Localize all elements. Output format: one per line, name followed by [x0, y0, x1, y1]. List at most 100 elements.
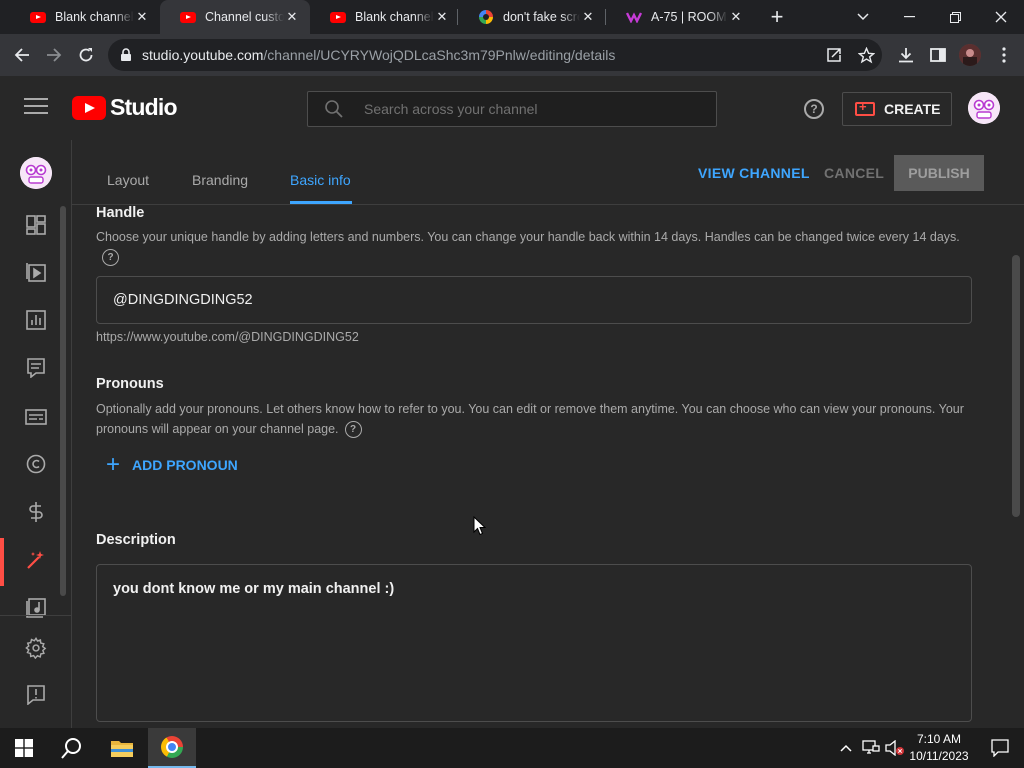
youtube-favicon-icon: [30, 9, 46, 25]
reload-icon[interactable]: [70, 39, 102, 71]
studio-logo[interactable]: Studio: [72, 94, 178, 121]
system-tray-chevron-icon[interactable]: [836, 728, 856, 768]
pronouns-help-icon[interactable]: ?: [344, 421, 362, 439]
nav-divider: [0, 615, 71, 616]
earn-dollar-icon[interactable]: [24, 500, 48, 524]
hamburger-menu-icon[interactable]: [24, 98, 48, 118]
help-icon[interactable]: ?: [804, 99, 824, 119]
search-input[interactable]: Search across your channel: [307, 91, 717, 127]
browser-toolbar: studio.youtube.com/channel/UCYRYWojQDLca…: [0, 34, 1024, 76]
browser-tab-strip: Blank channel - YouTube ✕ Channel custom…: [0, 0, 1024, 34]
tab-search-chevron-icon[interactable]: [840, 0, 886, 34]
clock-date: 10/11/2023: [909, 749, 969, 763]
system-clock[interactable]: 7:10 AM 10/11/2023: [906, 731, 972, 765]
active-nav-indicator: [0, 538, 4, 586]
browser-tab-active[interactable]: Channel customization - YouTube Studio ✕: [160, 0, 310, 34]
tab-basic-info[interactable]: Basic info: [290, 172, 351, 188]
pronouns-heading: Pronouns: [96, 376, 164, 392]
search-icon: [324, 99, 344, 119]
active-tab-underline: [290, 201, 352, 204]
forward-arrow-icon[interactable]: [38, 39, 70, 71]
volume-muted-icon[interactable]: [884, 728, 906, 768]
nav-scrollbar[interactable]: [60, 206, 66, 596]
dashboard-icon[interactable]: [24, 213, 48, 237]
share-icon[interactable]: [818, 39, 850, 71]
handle-description: Choose your unique handle by adding lett…: [96, 227, 976, 267]
close-window-icon[interactable]: [978, 0, 1024, 34]
rooms-favicon-icon: [626, 9, 642, 25]
network-icon[interactable]: [860, 728, 882, 768]
taskbar-chrome-icon[interactable]: [148, 728, 196, 768]
account-avatar[interactable]: [968, 92, 1000, 124]
back-arrow-icon[interactable]: [6, 39, 38, 71]
handle-heading: Handle: [96, 205, 145, 221]
youtube-logo-icon: [72, 95, 106, 120]
search-placeholder: Search across your channel: [364, 101, 538, 117]
side-navigation: [0, 140, 72, 728]
publish-button[interactable]: PUBLISH: [894, 155, 984, 191]
create-video-icon: [855, 99, 875, 116]
close-tab-icon[interactable]: ✕: [134, 9, 150, 25]
copyright-icon[interactable]: [24, 452, 48, 476]
create-button[interactable]: CREATE: [842, 92, 952, 126]
audio-library-icon[interactable]: [24, 596, 48, 620]
tab-layout[interactable]: Layout: [107, 172, 149, 188]
description-textarea[interactable]: you dont know me or my main channel :): [96, 564, 972, 722]
tab-title: Channel customization - YouTube Studio: [205, 10, 284, 24]
download-icon[interactable]: [890, 39, 922, 71]
settings-gear-icon[interactable]: [24, 636, 48, 660]
plus-icon: +: [106, 451, 121, 478]
browser-tab[interactable]: Blank channel - YouTube ✕: [310, 0, 460, 34]
studio-header: Studio Search across your channel ? CREA…: [0, 76, 1024, 140]
handle-input[interactable]: @DINGDINGDING52: [96, 276, 972, 324]
browser-tab[interactable]: Blank channel - YouTube ✕: [10, 0, 160, 34]
bookmark-star-icon[interactable]: [850, 39, 882, 71]
restore-icon[interactable]: [932, 0, 978, 34]
tab-branding[interactable]: Branding: [192, 172, 248, 188]
minimize-icon[interactable]: [886, 0, 932, 34]
description-heading: Description: [96, 532, 176, 548]
handle-url: https://www.youtube.com/@DINGDINGDING52: [96, 330, 359, 344]
subtitles-icon[interactable]: [24, 405, 48, 429]
tab-title: Blank channel - YouTube: [55, 10, 134, 24]
side-panel-icon[interactable]: [922, 39, 954, 71]
channel-avatar[interactable]: [20, 157, 52, 189]
comments-icon[interactable]: [24, 356, 48, 380]
youtube-favicon-icon: [330, 9, 346, 25]
new-tab-button[interactable]: +: [761, 1, 793, 33]
handle-help-icon[interactable]: ?: [102, 249, 119, 267]
notifications-icon[interactable]: [976, 728, 1024, 768]
content-scrollbar[interactable]: [1012, 255, 1020, 517]
browser-tab[interactable]: A-75 | ROOMS ✕: [606, 0, 754, 34]
url-host: studio.youtube.com: [142, 47, 264, 63]
feedback-icon[interactable]: [24, 683, 48, 707]
add-pronoun-button[interactable]: + ADD PRONOUN: [106, 451, 238, 478]
google-favicon-icon: [478, 9, 494, 25]
windows-taskbar: 7:10 AM 10/11/2023: [0, 728, 1024, 768]
customization-wand-icon[interactable]: [24, 548, 48, 572]
pronouns-description: Optionally add your pronouns. Let others…: [96, 399, 976, 439]
clock-time: 7:10 AM: [916, 732, 962, 746]
browser-tab[interactable]: don't fake screenshots - Google Search ✕: [458, 0, 606, 34]
basic-info-panel: Handle Choose your unique handle by addi…: [72, 205, 1024, 728]
file-explorer-icon[interactable]: [98, 728, 146, 768]
content-icon[interactable]: [24, 260, 48, 284]
close-tab-icon[interactable]: ✕: [434, 9, 450, 25]
handle-value: @DINGDINGDING52: [113, 292, 253, 308]
chrome-menu-icon[interactable]: [988, 39, 1020, 71]
cancel-button[interactable]: CANCEL: [824, 165, 884, 181]
view-channel-button[interactable]: VIEW CHANNEL: [698, 165, 810, 181]
close-tab-icon[interactable]: ✕: [728, 9, 744, 25]
close-tab-icon[interactable]: ✕: [284, 9, 300, 25]
youtube-favicon-icon: [180, 9, 196, 25]
profile-avatar-icon[interactable]: [954, 39, 986, 71]
description-value: you dont know me or my main channel :): [113, 581, 395, 597]
customization-tabs-bar: Layout Branding Basic info VIEW CHANNEL …: [72, 140, 1024, 205]
close-tab-icon[interactable]: ✕: [580, 9, 596, 25]
taskbar-search-icon[interactable]: [48, 728, 96, 768]
analytics-icon[interactable]: [24, 308, 48, 332]
lock-icon: [120, 48, 132, 62]
windows-start-icon[interactable]: [0, 728, 48, 768]
address-bar[interactable]: studio.youtube.com/channel/UCYRYWojQDLca…: [108, 39, 882, 71]
tab-title: don't fake screenshots - Google Search: [503, 10, 580, 24]
